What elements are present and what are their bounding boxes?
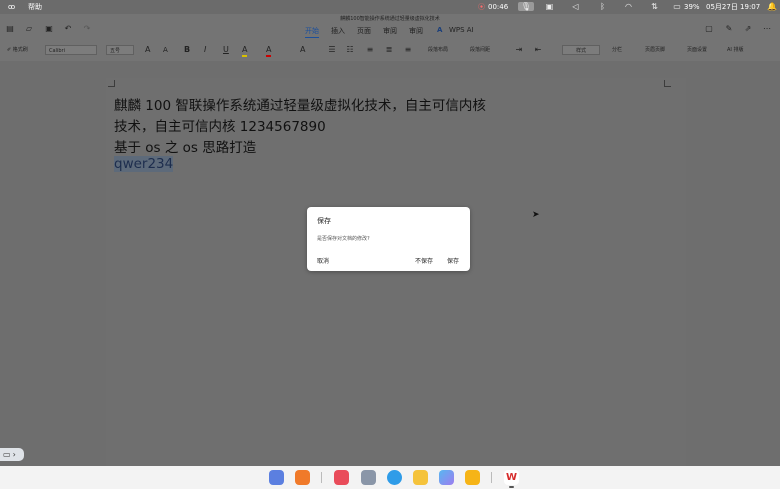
text-effect-button[interactable]: A [300, 45, 305, 55]
columns-button[interactable]: 分栏 [612, 45, 622, 55]
settings-icon[interactable] [361, 470, 376, 485]
redo-icon[interactable]: ↷ [82, 24, 92, 34]
mouse-cursor-icon: ➤ [532, 210, 540, 220]
save-icon[interactable]: ▣ [44, 24, 54, 34]
indent-icon[interactable]: ⇥ [514, 45, 524, 55]
window-title: 麒麟100智能操作系统通过轻量级虚拟化技术 [340, 16, 440, 22]
page-corner-mark [108, 80, 115, 87]
bold-button[interactable]: B [184, 45, 190, 55]
page-corner-mark [664, 80, 671, 87]
highlight-button[interactable]: A [242, 45, 248, 57]
wps-icon[interactable]: W [504, 470, 519, 485]
header-footer-button[interactable]: 页眉页脚 [645, 45, 665, 55]
save-dialog: 保存 是否保存对文档的修改? 取消 不保存 保存 [307, 207, 470, 271]
notes-icon[interactable] [413, 470, 428, 485]
chevron-right-icon: › [12, 450, 16, 459]
align-right-icon[interactable]: ≡ [403, 45, 413, 55]
sidebar-icon[interactable]: ▤ [5, 24, 15, 34]
outdent-icon[interactable]: ⇤ [533, 45, 543, 55]
record-icon[interactable]: ⦿ [478, 2, 485, 12]
dock-separator [491, 472, 492, 483]
browser-icon[interactable] [387, 470, 402, 485]
menu-help[interactable]: 帮助 [28, 2, 42, 12]
shrink-font-button[interactable]: A [163, 45, 168, 55]
edit-icon[interactable]: ✎ [724, 24, 734, 34]
font-size-select[interactable]: 五号 [106, 45, 134, 55]
font-color-button[interactable]: A [266, 45, 272, 57]
volume-icon[interactable]: ◁ [571, 2, 580, 11]
dont-save-button[interactable]: 不保存 [415, 256, 433, 265]
notification-icon[interactable]: 🔔 [767, 2, 777, 11]
export-icon[interactable]: ⇗ [743, 24, 753, 34]
view-toggle-button[interactable]: ▭ › [0, 448, 24, 461]
battery-icon: ▭ [673, 2, 681, 11]
dialog-message: 是否保存对文档的修改? [317, 236, 370, 242]
bullet-list-icon[interactable]: ☰ [327, 45, 337, 55]
wps-ai-icon[interactable]: A [437, 26, 442, 34]
battery-level: 39% [684, 3, 700, 11]
clock[interactable]: 05月27日 19:07 [706, 2, 760, 12]
undo-icon[interactable]: ↶ [63, 24, 73, 34]
number-list-icon[interactable]: ☷ [345, 45, 355, 55]
font-name-select[interactable]: Calibri [45, 45, 97, 55]
active-app-indicator [509, 486, 514, 488]
microphone-icon[interactable]: 🎙 [518, 2, 534, 11]
open-file-icon[interactable]: ▱ [24, 24, 34, 34]
page-setup-button[interactable]: 页面设置 [687, 45, 707, 55]
dialog-title: 保存 [317, 217, 331, 225]
more-icon[interactable]: ⋯ [762, 24, 772, 34]
tab-home[interactable]: 开始 [305, 26, 319, 38]
dock-separator [321, 472, 322, 483]
document-line[interactable]: 技术，自主可信内核 1234567890 [114, 115, 326, 135]
selected-text[interactable]: qwer234 [114, 156, 174, 172]
align-center-icon[interactable]: ≣ [384, 45, 394, 55]
memo-icon[interactable] [465, 470, 480, 485]
paragraph-spacing-button[interactable]: 段落间距 [470, 45, 490, 55]
align-left-icon[interactable]: ≡ [365, 45, 375, 55]
tab-review-2[interactable]: 审阅 [409, 26, 423, 36]
paragraph-layout-button[interactable]: 段落布局 [428, 45, 448, 55]
tab-insert[interactable]: 插入 [331, 26, 345, 36]
grow-font-button[interactable]: A [145, 45, 150, 55]
tab-page[interactable]: 页面 [357, 26, 371, 36]
launcher-icon[interactable] [269, 470, 284, 485]
share-icon[interactable]: ▢ [704, 24, 714, 34]
record-time: 00:46 [488, 3, 509, 11]
tab-review[interactable]: 审阅 [383, 26, 397, 36]
style-select[interactable]: 样式 [562, 45, 600, 55]
document-line[interactable]: 麒麟 100 智联操作系统通过轻量级虚拟化技术，自主可信内核 [114, 94, 486, 114]
screenshot-icon[interactable]: ▣ [545, 2, 554, 11]
file-manager-icon[interactable] [334, 470, 349, 485]
document-line[interactable]: 基于 os 之 os 思路打造 [114, 136, 256, 156]
status-bar: ꝏ 帮助 ⦿ 00:46 🎙 ▣ ◁ ᛒ ◠ ⇅ ▭ 39% 05月27日 19… [0, 0, 780, 14]
wifi-icon[interactable]: ◠ [624, 2, 633, 11]
window-icon: ▭ [3, 450, 11, 459]
underline-button[interactable]: U [223, 45, 229, 55]
cancel-button[interactable]: 取消 [317, 256, 329, 265]
gallery-icon[interactable] [439, 470, 454, 485]
network-icon[interactable]: ⇅ [650, 2, 659, 11]
ai-layout-button[interactable]: AI 排版 [727, 45, 744, 55]
office-icon[interactable] [295, 470, 310, 485]
save-button[interactable]: 保存 [447, 256, 459, 265]
tab-wps-ai[interactable]: WPS AI [449, 26, 474, 34]
italic-button[interactable]: I [204, 45, 206, 55]
format-painter-button[interactable]: ✐ 格式刷 [7, 45, 28, 55]
kylin-logo-icon[interactable]: ꝏ [8, 2, 15, 12]
bluetooth-icon[interactable]: ᛒ [598, 2, 607, 11]
